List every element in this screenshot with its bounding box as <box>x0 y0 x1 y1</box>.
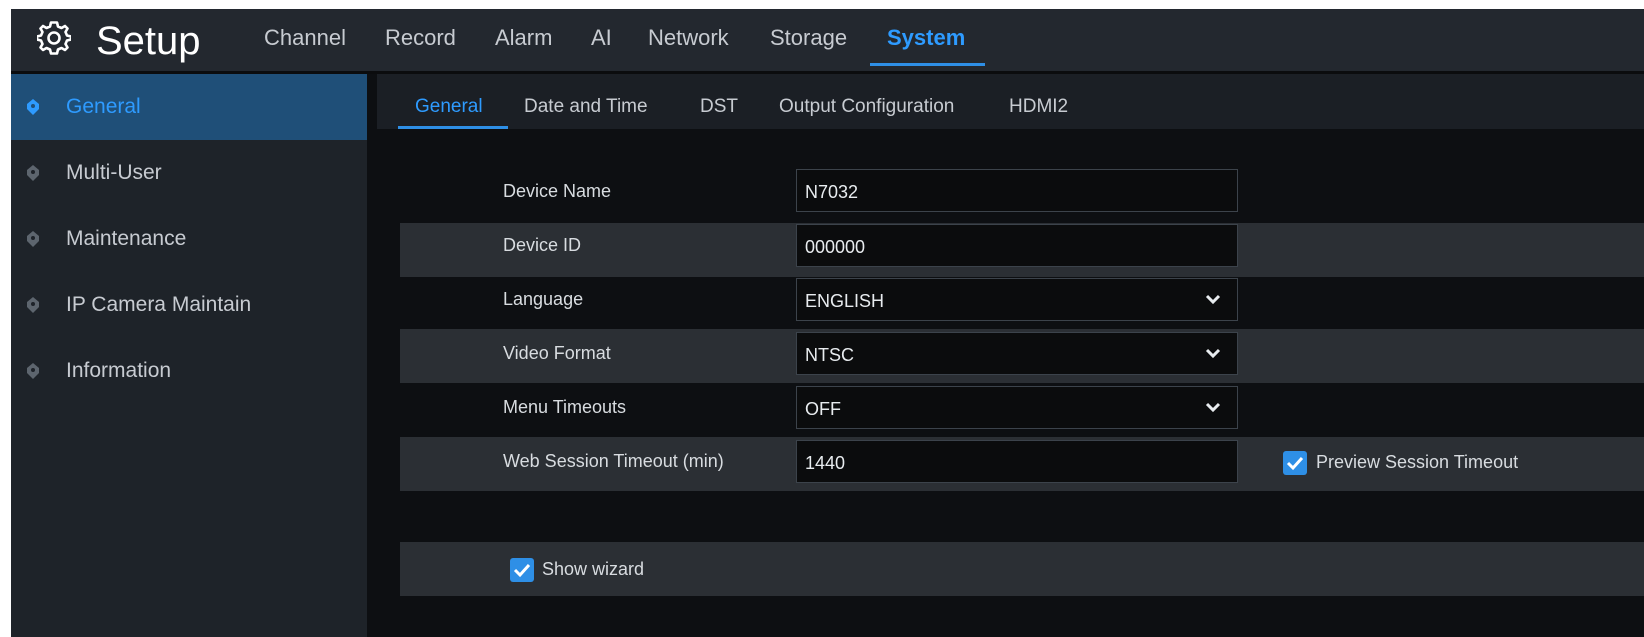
device-name-field[interactable]: N7032 <box>796 169 1238 212</box>
chevron-down-icon <box>1205 346 1221 360</box>
video-format-label: Video Format <box>503 343 611 363</box>
sub-tab-bar: General Date and Time DST Output Configu… <box>377 74 1644 129</box>
menu-timeouts-value: OFF <box>805 399 841 419</box>
main-content: General Date and Time DST Output Configu… <box>377 74 1644 637</box>
video-format-select[interactable]: NTSC <box>796 332 1238 375</box>
sidebar-item-multi-user[interactable]: Multi-User <box>11 140 367 206</box>
page-title: Setup <box>96 19 201 63</box>
preview-session-timeout-label: Preview Session Timeout <box>1316 452 1519 472</box>
sidebar-item-label: Maintenance <box>66 227 187 250</box>
sidebar-item-label: IP Camera Maintain <box>66 293 252 316</box>
setup-window: Setup Channel Record Alarm AI Network St… <box>11 9 1644 637</box>
language-value: ENGLISH <box>805 291 885 311</box>
gear-icon <box>35 21 73 55</box>
tab-ai[interactable]: AI <box>591 23 612 53</box>
location-pin-icon <box>27 363 39 379</box>
location-pin-icon <box>27 165 39 181</box>
menu-timeouts-label: Menu Timeouts <box>503 397 627 417</box>
sidebar-item-label: Multi-User <box>66 161 162 184</box>
web-session-timeout-value: 1440 <box>805 453 846 473</box>
device-name-label: Device Name <box>503 181 612 201</box>
tab-system[interactable]: System <box>887 23 965 53</box>
tab-alarm[interactable]: Alarm <box>495 23 552 53</box>
language-select[interactable]: ENGLISH <box>796 278 1238 321</box>
location-pin-icon <box>27 231 39 247</box>
checkmark-icon <box>513 563 531 578</box>
web-session-timeout-label: Web Session Timeout (min) <box>503 451 724 471</box>
menu-timeouts-select[interactable]: OFF <box>796 386 1238 429</box>
subtab-date-and-time[interactable]: Date and Time <box>524 95 648 119</box>
preview-session-timeout-checkbox[interactable] <box>1283 451 1307 475</box>
sidebar-item-general[interactable]: General <box>11 74 367 140</box>
active-subtab-indicator <box>398 126 508 129</box>
tab-storage[interactable]: Storage <box>770 23 847 53</box>
show-wizard-label: Show wizard <box>542 559 645 579</box>
web-session-timeout-field[interactable]: 1440 <box>796 440 1238 483</box>
tab-channel[interactable]: Channel <box>264 23 346 53</box>
subtab-hdmi2[interactable]: HDMI2 <box>1009 95 1068 119</box>
sidebar-item-label: General <box>66 95 141 118</box>
checkmark-icon <box>1286 456 1304 471</box>
chevron-down-icon <box>1205 292 1221 306</box>
tab-record[interactable]: Record <box>385 23 456 53</box>
subtab-output-configuration[interactable]: Output Configuration <box>779 95 954 119</box>
video-format-value: NTSC <box>805 345 854 365</box>
device-id-field[interactable]: 000000 <box>796 224 1238 267</box>
sidebar-item-label: Information <box>66 359 172 382</box>
device-name-value: N7032 <box>805 182 859 202</box>
location-pin-icon <box>27 99 39 115</box>
location-pin-icon <box>27 297 39 313</box>
language-label: Language <box>503 289 584 309</box>
top-nav-bar: Setup Channel Record Alarm AI Network St… <box>11 9 1644 71</box>
active-tab-indicator <box>870 63 985 66</box>
sidebar-item-ip-camera-maintain[interactable]: IP Camera Maintain <box>11 272 367 338</box>
sidebar-item-maintenance[interactable]: Maintenance <box>11 206 367 272</box>
sidebar-item-information[interactable]: Information <box>11 338 367 404</box>
device-id-value: 000000 <box>805 237 866 257</box>
subtab-dst[interactable]: DST <box>700 95 738 119</box>
chevron-down-icon <box>1205 400 1221 414</box>
device-id-label: Device ID <box>503 235 582 255</box>
tab-network[interactable]: Network <box>648 23 729 53</box>
subtab-general[interactable]: General <box>415 95 483 119</box>
sidebar: General Multi-User Maintenance IP Camera… <box>11 74 367 637</box>
show-wizard-checkbox[interactable] <box>510 558 534 582</box>
